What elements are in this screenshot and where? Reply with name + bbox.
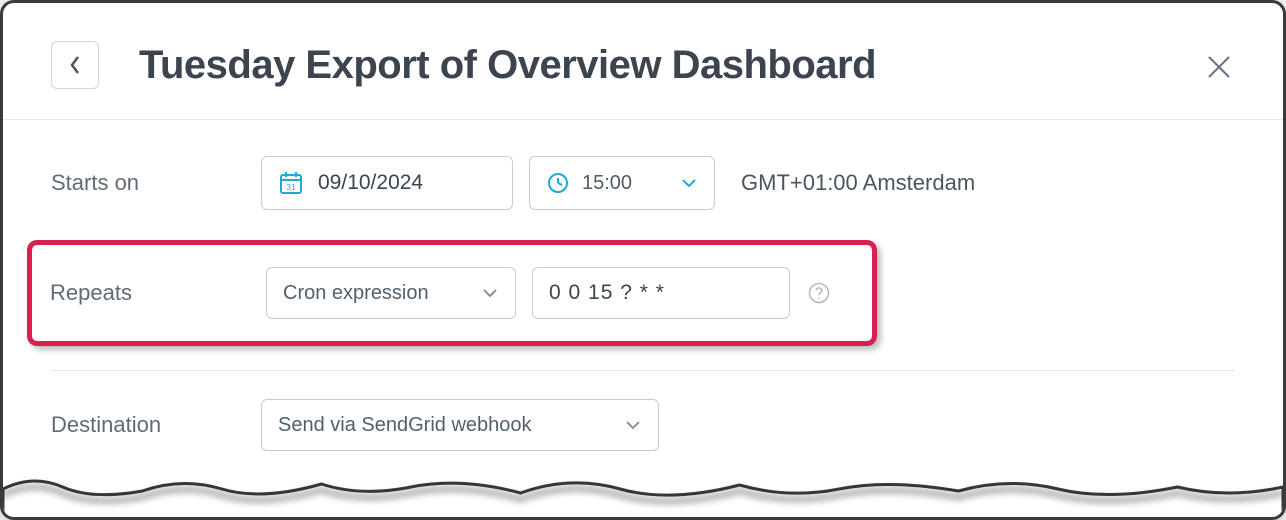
repeats-controls: Cron expression [266,267,832,319]
svg-text:31: 31 [287,183,296,192]
back-button[interactable] [51,41,99,89]
form-body: Starts on 31 [3,120,1283,451]
start-time-value: 15:00 [582,172,668,195]
chevron-left-icon [68,54,82,76]
chevron-down-icon [481,287,499,299]
repeats-type-value: Cron expression [283,282,463,305]
starts-on-row: Starts on 31 [51,156,1235,210]
close-icon [1205,53,1233,81]
destination-label: Destination [51,412,261,438]
start-date-field[interactable]: 31 [261,156,513,210]
section-divider [51,370,1235,371]
dialog-frame: Tuesday Export of Overview Dashboard Sta… [0,0,1286,520]
start-time-field[interactable]: 15:00 [529,156,715,210]
repeats-type-select[interactable]: Cron expression [266,267,516,319]
page-title: Tuesday Export of Overview Dashboard [139,43,876,88]
chevron-down-icon [624,419,642,431]
repeats-row-highlight: Repeats Cron expression [27,240,877,346]
destination-select[interactable]: Send via SendGrid webhook [261,399,659,451]
timezone-text: GMT+01:00 Amsterdam [741,170,975,196]
repeats-label: Repeats [50,280,266,306]
chevron-down-icon [680,177,698,189]
cron-help-button[interactable] [806,280,832,306]
clock-icon [546,171,570,195]
destination-value: Send via SendGrid webhook [278,414,606,437]
help-icon [808,282,830,304]
destination-row: Destination Send via SendGrid webhook [51,399,1235,451]
calendar-icon: 31 [278,170,304,196]
cron-expression-field[interactable] [532,267,790,319]
start-date-input[interactable] [318,171,496,195]
starts-on-label: Starts on [51,170,261,196]
dialog-header: Tuesday Export of Overview Dashboard [3,3,1283,120]
starts-on-controls: 31 15:00 [261,156,975,210]
close-button[interactable] [1199,47,1239,87]
cron-expression-input[interactable] [549,268,773,318]
destination-controls: Send via SendGrid webhook [261,399,659,451]
torn-edge-decoration [3,469,1283,519]
